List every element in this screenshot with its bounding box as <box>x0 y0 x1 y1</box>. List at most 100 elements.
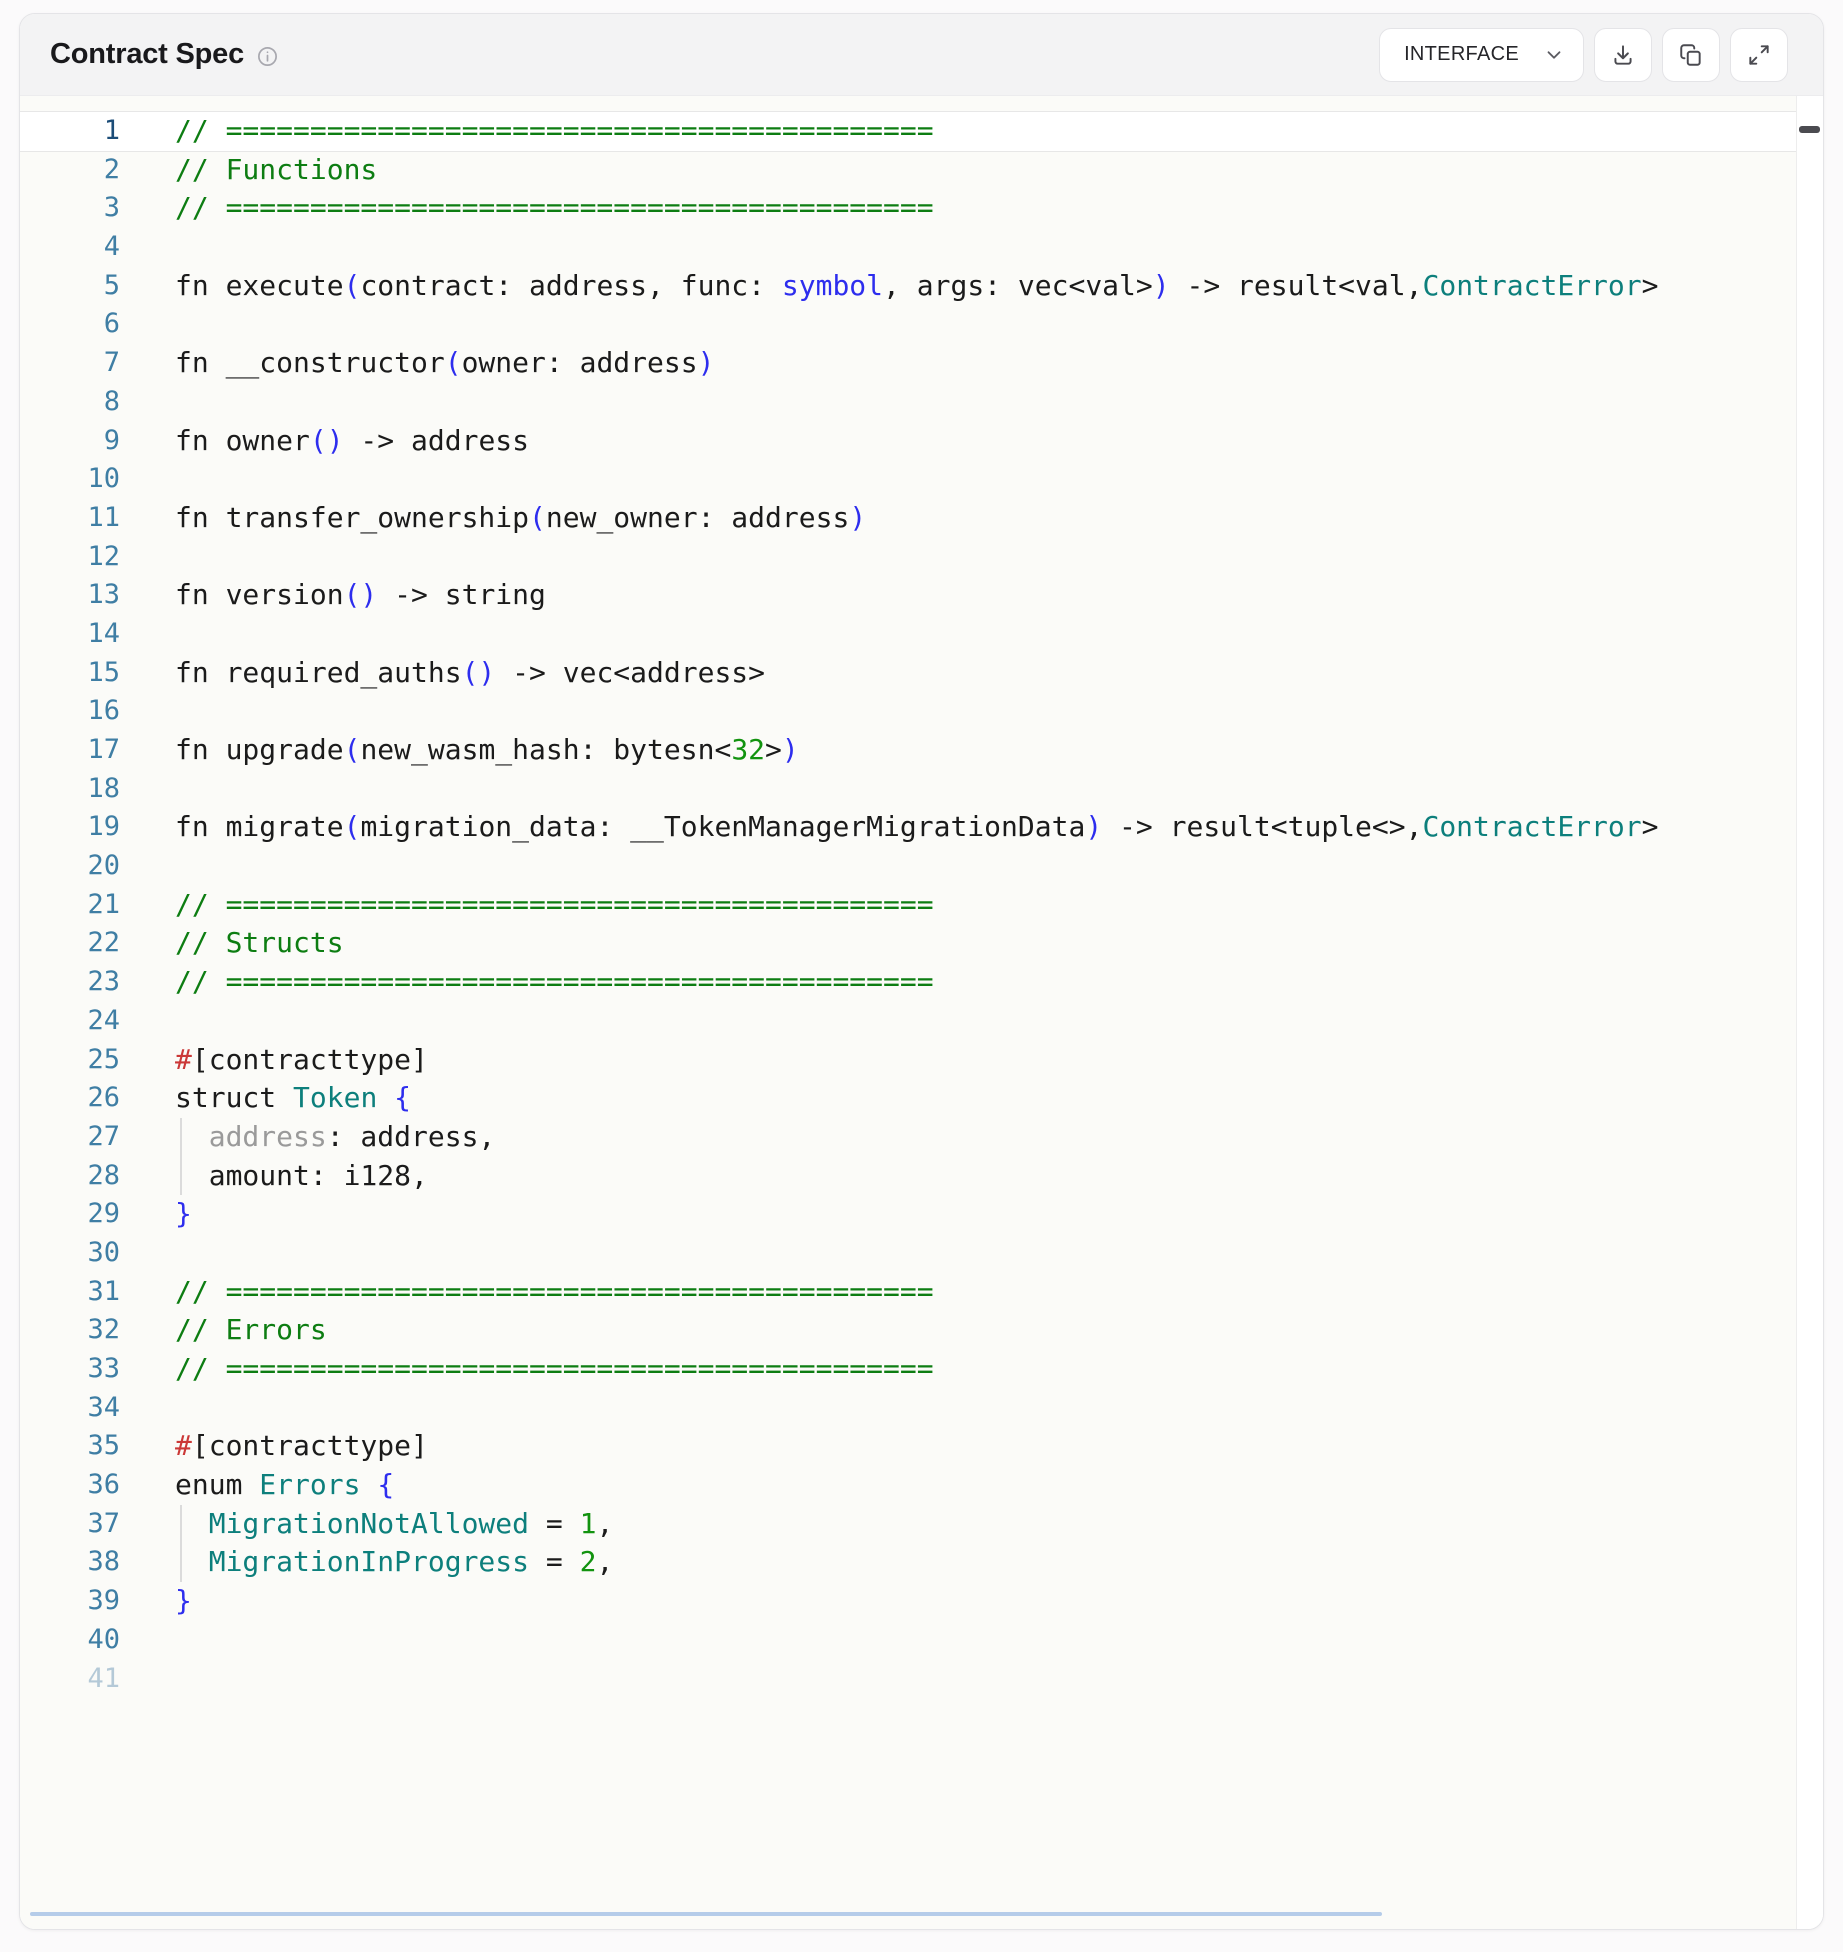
line-number: 23 <box>20 963 120 1002</box>
download-icon <box>1610 42 1636 68</box>
interface-dropdown-value: INTERFACE <box>1404 43 1519 66</box>
code-line: 32 // Errors <box>20 1311 1823 1350</box>
horizontal-scrollbar-thumb[interactable] <box>30 1912 1382 1916</box>
code-content: fn owner() -> address <box>175 422 529 461</box>
code-content: } <box>175 1582 192 1621</box>
line-number: 31 <box>20 1273 120 1312</box>
code-line: 9fn owner() -> address <box>20 422 1823 461</box>
indent-guide <box>180 1505 182 1544</box>
line-number: 6 <box>20 305 120 344</box>
vertical-scrollbar-thumb[interactable] <box>1799 126 1820 133</box>
line-number: 16 <box>20 692 120 731</box>
code-content: // =====================================… <box>175 1350 934 1389</box>
indent-guide <box>180 1118 182 1157</box>
code-line: 20 <box>20 847 1823 886</box>
code-line: 23 // ===================================… <box>20 963 1823 1002</box>
code-line: 2// Functions <box>20 151 1823 190</box>
code-line: 29} <box>20 1195 1823 1234</box>
header-right: INTERFACE <box>1379 28 1788 82</box>
code-viewer[interactable]: 1 // ====================================… <box>20 96 1823 1929</box>
code-content: MigrationNotAllowed = 1, <box>175 1505 613 1544</box>
expand-icon <box>1746 42 1772 68</box>
code-line: 28 amount: i128, <box>20 1157 1823 1196</box>
code-line: 34 <box>20 1389 1823 1428</box>
code-line: 21// ===================================… <box>20 886 1823 925</box>
code-content: fn transfer_ownership(new_owner: address… <box>175 499 866 538</box>
code-content: fn __constructor(owner: address) <box>175 344 714 383</box>
line-number: 12 <box>20 538 120 577</box>
code-content: #[contracttype] <box>175 1041 428 1080</box>
code-content: enum Errors { <box>175 1466 394 1505</box>
code-line: 11fn transfer_ownership(new_owner: addre… <box>20 499 1823 538</box>
line-number: 2 <box>20 151 120 190</box>
code-line: 18 <box>20 770 1823 809</box>
download-button[interactable] <box>1594 28 1652 82</box>
code-content: fn execute(contract: address, func: symb… <box>175 267 1659 306</box>
line-number: 14 <box>20 615 120 654</box>
line-number: 10 <box>20 460 120 499</box>
line-number: 36 <box>20 1466 120 1505</box>
indent-guide <box>180 1543 182 1582</box>
line-number: 20 <box>20 847 120 886</box>
code-content: amount: i128, <box>175 1157 428 1196</box>
code-content: fn version() -> string <box>175 576 546 615</box>
line-number: 7 <box>20 344 120 383</box>
code-line: 1 // ====================================… <box>20 112 1823 151</box>
copy-icon <box>1678 42 1704 68</box>
code-line: 7 fn __constructor(owner: address) <box>20 344 1823 383</box>
code-line: 38 MigrationInProgress = 2, <box>20 1543 1823 1582</box>
line-number: 18 <box>20 770 120 809</box>
line-number: 30 <box>20 1234 120 1273</box>
code-content: // =====================================… <box>175 189 934 228</box>
line-number: 40 <box>20 1621 120 1660</box>
code-line: 17fn upgrade(new_wasm_hash: bytesn<32>) <box>20 731 1823 770</box>
code-line: 24 <box>20 1002 1823 1041</box>
line-number: 32 <box>20 1311 120 1350</box>
line-number: 19 <box>20 808 120 847</box>
line-number: 13 <box>20 576 120 615</box>
code-line: 25#[contracttype] <box>20 1041 1823 1080</box>
code-content: // =====================================… <box>175 963 934 1002</box>
line-number: 1 <box>20 112 120 151</box>
line-number: 4 <box>20 228 120 267</box>
code-line: 41 <box>20 1660 1823 1699</box>
code-line: 40 <box>20 1621 1823 1660</box>
code-line: 35#[contracttype] <box>20 1427 1823 1466</box>
code-line: 13 fn version() -> string <box>20 576 1823 615</box>
code-line: 33 // ===================================… <box>20 1350 1823 1389</box>
header-left: Contract Spec <box>50 38 279 71</box>
code-line: 22// Structs <box>20 924 1823 963</box>
code-line: 16 <box>20 692 1823 731</box>
code-content: // =====================================… <box>175 112 934 151</box>
info-icon[interactable] <box>256 45 279 68</box>
code-line: 36 enum Errors { <box>20 1466 1823 1505</box>
line-number: 17 <box>20 731 120 770</box>
copy-button[interactable] <box>1662 28 1720 82</box>
line-number: 28 <box>20 1157 120 1196</box>
line-number: 37 <box>20 1505 120 1544</box>
interface-dropdown[interactable]: INTERFACE <box>1379 28 1584 82</box>
line-number: 29 <box>20 1195 120 1234</box>
code-line: 8 <box>20 383 1823 422</box>
code-line: 5fn execute(contract: address, func: sym… <box>20 267 1823 306</box>
line-number: 8 <box>20 383 120 422</box>
line-number: 33 <box>20 1350 120 1389</box>
code-content: // =====================================… <box>175 1273 934 1312</box>
vertical-scrollbar-track[interactable] <box>1796 96 1823 1929</box>
line-number: 22 <box>20 924 120 963</box>
line-number: 34 <box>20 1389 120 1428</box>
code-content: // Errors <box>175 1311 327 1350</box>
code-line: 19fn migrate(migration_data: __TokenMana… <box>20 808 1823 847</box>
line-number: 24 <box>20 1002 120 1041</box>
indent-guide <box>180 1157 182 1196</box>
line-number: 26 <box>20 1079 120 1118</box>
fullscreen-button[interactable] <box>1730 28 1788 82</box>
code-line: 31 // ===================================… <box>20 1273 1823 1312</box>
code-content: // =====================================… <box>175 886 934 925</box>
line-number: 27 <box>20 1118 120 1157</box>
code-content: } <box>175 1195 192 1234</box>
line-number: 15 <box>20 654 120 693</box>
code-line: 6 <box>20 305 1823 344</box>
code-line: 37 MigrationNotAllowed = 1, <box>20 1505 1823 1544</box>
code-line: 26struct Token { <box>20 1079 1823 1118</box>
